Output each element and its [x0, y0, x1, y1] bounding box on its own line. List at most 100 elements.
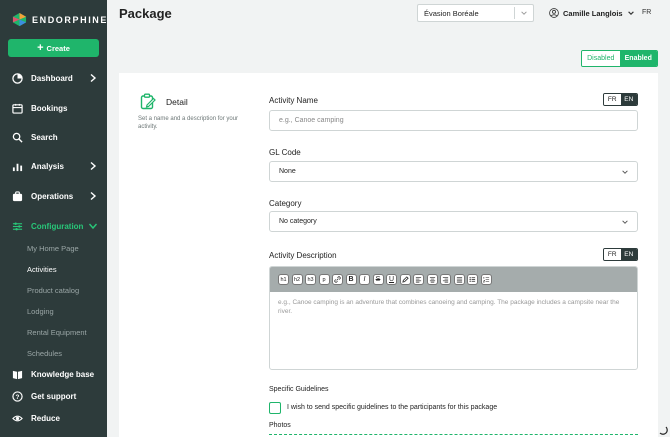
photos-label: Photos — [269, 422, 291, 429]
bold-button[interactable]: B — [345, 274, 357, 285]
select-divider — [514, 7, 515, 19]
sidebar-item-label: Search — [31, 132, 58, 142]
activity-name-label: Activity Name — [269, 96, 318, 105]
sidebar-item-configuration[interactable]: Configuration — [0, 216, 107, 236]
chevron-right-icon — [90, 73, 97, 83]
category-select[interactable]: No category — [269, 211, 638, 232]
guidelines-checkbox[interactable] — [269, 402, 281, 414]
search-icon — [12, 132, 23, 143]
section-title: Detail — [166, 97, 188, 107]
activity-name-lang-switch: FR EN — [603, 93, 638, 106]
plus-icon: + — [37, 41, 44, 54]
chart-icon — [12, 161, 23, 172]
chevron-down-icon — [521, 11, 527, 15]
numbered-list-icon[interactable] — [480, 274, 492, 285]
status-toggle: Disabled Enabled — [581, 50, 658, 67]
company-select-value: Évasion Boréale — [424, 8, 479, 18]
sidebar-item-operations[interactable]: Operations — [0, 186, 107, 206]
sidebar-item-label: Bookings — [31, 103, 68, 113]
clipboard-edit-icon — [140, 93, 156, 110]
enabled-option[interactable]: Enabled — [619, 51, 657, 66]
create-label: Create — [46, 43, 70, 53]
sliders-icon — [12, 221, 23, 232]
eye-icon — [12, 413, 23, 424]
description-editor[interactable]: h1 h2 h3 p B I S U e.g., Canoe camping i… — [269, 266, 638, 370]
align-justify-icon[interactable] — [453, 274, 465, 285]
chevron-right-icon — [90, 161, 97, 171]
sidebar-item-dashboard[interactable]: Dashboard — [0, 68, 107, 88]
sidebar-item-reduce[interactable]: Reduce — [0, 408, 107, 428]
gl-code-value: None — [279, 168, 296, 175]
sidebar-item-label: Analysis — [31, 161, 64, 171]
h1-button[interactable]: h1 — [278, 274, 289, 285]
category-value: No category — [279, 218, 317, 225]
lang-fr-option[interactable]: FR — [604, 249, 621, 260]
create-button[interactable]: + Create — [8, 39, 99, 57]
paragraph-button[interactable]: p — [318, 274, 330, 285]
sidebar: ENDORPHINE + Create Dashboard Bookings S… — [0, 0, 107, 437]
sidebar-subitem-activities[interactable]: Activities — [27, 265, 57, 274]
sidebar-subitem-my-home-page[interactable]: My Home Page — [27, 244, 79, 253]
category-label: Category — [269, 199, 302, 208]
bullet-list-icon[interactable] — [467, 274, 478, 285]
chevron-right-icon — [90, 191, 97, 201]
language-switch[interactable]: FR — [642, 9, 651, 16]
sidebar-item-search[interactable]: Search — [0, 127, 107, 147]
sidebar-subitem-schedules[interactable]: Schedules — [27, 349, 62, 358]
brand-logo[interactable]: ENDORPHINE — [12, 12, 108, 27]
gl-code-label: GL Code — [269, 148, 301, 157]
dashboard-icon — [12, 72, 23, 84]
sidebar-subitem-rental-equipment[interactable]: Rental Equipment — [27, 328, 87, 337]
specific-guidelines-label: Specific Guidelines — [269, 386, 329, 393]
disabled-option[interactable]: Disabled — [582, 51, 620, 66]
italic-button[interactable]: I — [359, 274, 370, 285]
sidebar-item-label: Dashboard — [31, 73, 73, 83]
loading-spinner-icon — [659, 426, 668, 435]
page-title: Package — [119, 6, 172, 21]
pen-icon[interactable] — [399, 274, 411, 285]
align-right-icon[interactable] — [440, 274, 451, 285]
h2-button[interactable]: h2 — [291, 274, 303, 285]
chevron-down-icon — [627, 11, 634, 15]
description-label: Activity Description — [269, 251, 337, 260]
description-lang-switch: FR EN — [603, 248, 638, 261]
svg-text:?: ? — [16, 393, 20, 400]
lang-en-option[interactable]: EN — [620, 249, 637, 260]
sidebar-item-label: Knowledge base — [31, 369, 95, 379]
user-icon — [549, 8, 559, 18]
align-left-icon[interactable] — [413, 274, 424, 285]
activity-name-input[interactable]: e.g., Canoe camping — [269, 110, 638, 131]
sidebar-item-knowledge-base[interactable]: Knowledge base — [0, 364, 107, 384]
editor-toolbar: h1 h2 h3 p B I S U — [270, 267, 637, 292]
chevron-down-icon — [622, 220, 628, 224]
sidebar-footer: Knowledge base ? Get support Reduce — [0, 361, 107, 437]
align-center-icon[interactable] — [426, 274, 438, 285]
description-placeholder: e.g., Canoe camping is an adventure that… — [278, 299, 620, 315]
guidelines-checkbox-label[interactable]: I wish to send specific guidelines to th… — [287, 404, 497, 411]
sidebar-item-get-support[interactable]: ? Get support — [0, 386, 107, 406]
strikethrough-button[interactable]: S — [372, 274, 384, 285]
gl-code-select[interactable]: None — [269, 161, 638, 182]
underline-button[interactable]: U — [386, 274, 397, 285]
sidebar-item-bookings[interactable]: Bookings — [0, 98, 107, 118]
brand-name: ENDORPHINE — [32, 14, 109, 25]
user-menu[interactable]: Camille Langlois — [549, 8, 635, 18]
sidebar-item-label: Get support — [31, 391, 77, 401]
company-select[interactable]: Évasion Boréale — [417, 4, 534, 22]
lang-en-option[interactable]: EN — [620, 94, 637, 105]
lang-fr-option[interactable]: FR — [604, 94, 621, 105]
chevron-down-icon — [622, 170, 628, 174]
sidebar-subitem-product-catalog[interactable]: Product catalog — [27, 286, 79, 295]
sidebar-item-label: Configuration — [31, 221, 84, 231]
help-icon: ? — [12, 390, 23, 402]
book-icon — [12, 369, 23, 380]
sidebar-subitem-lodging[interactable]: Lodging — [27, 307, 54, 316]
sidebar-item-analysis[interactable]: Analysis — [0, 156, 107, 176]
activity-name-placeholder: e.g., Canoe camping — [279, 117, 344, 124]
sidebar-item-label: Operations — [31, 191, 74, 201]
user-name: Camille Langlois — [563, 8, 623, 18]
link-icon[interactable] — [332, 274, 343, 285]
sidebar-item-label: Reduce — [31, 413, 60, 423]
chevron-down-icon — [88, 223, 98, 230]
h3-button[interactable]: h3 — [305, 274, 316, 285]
